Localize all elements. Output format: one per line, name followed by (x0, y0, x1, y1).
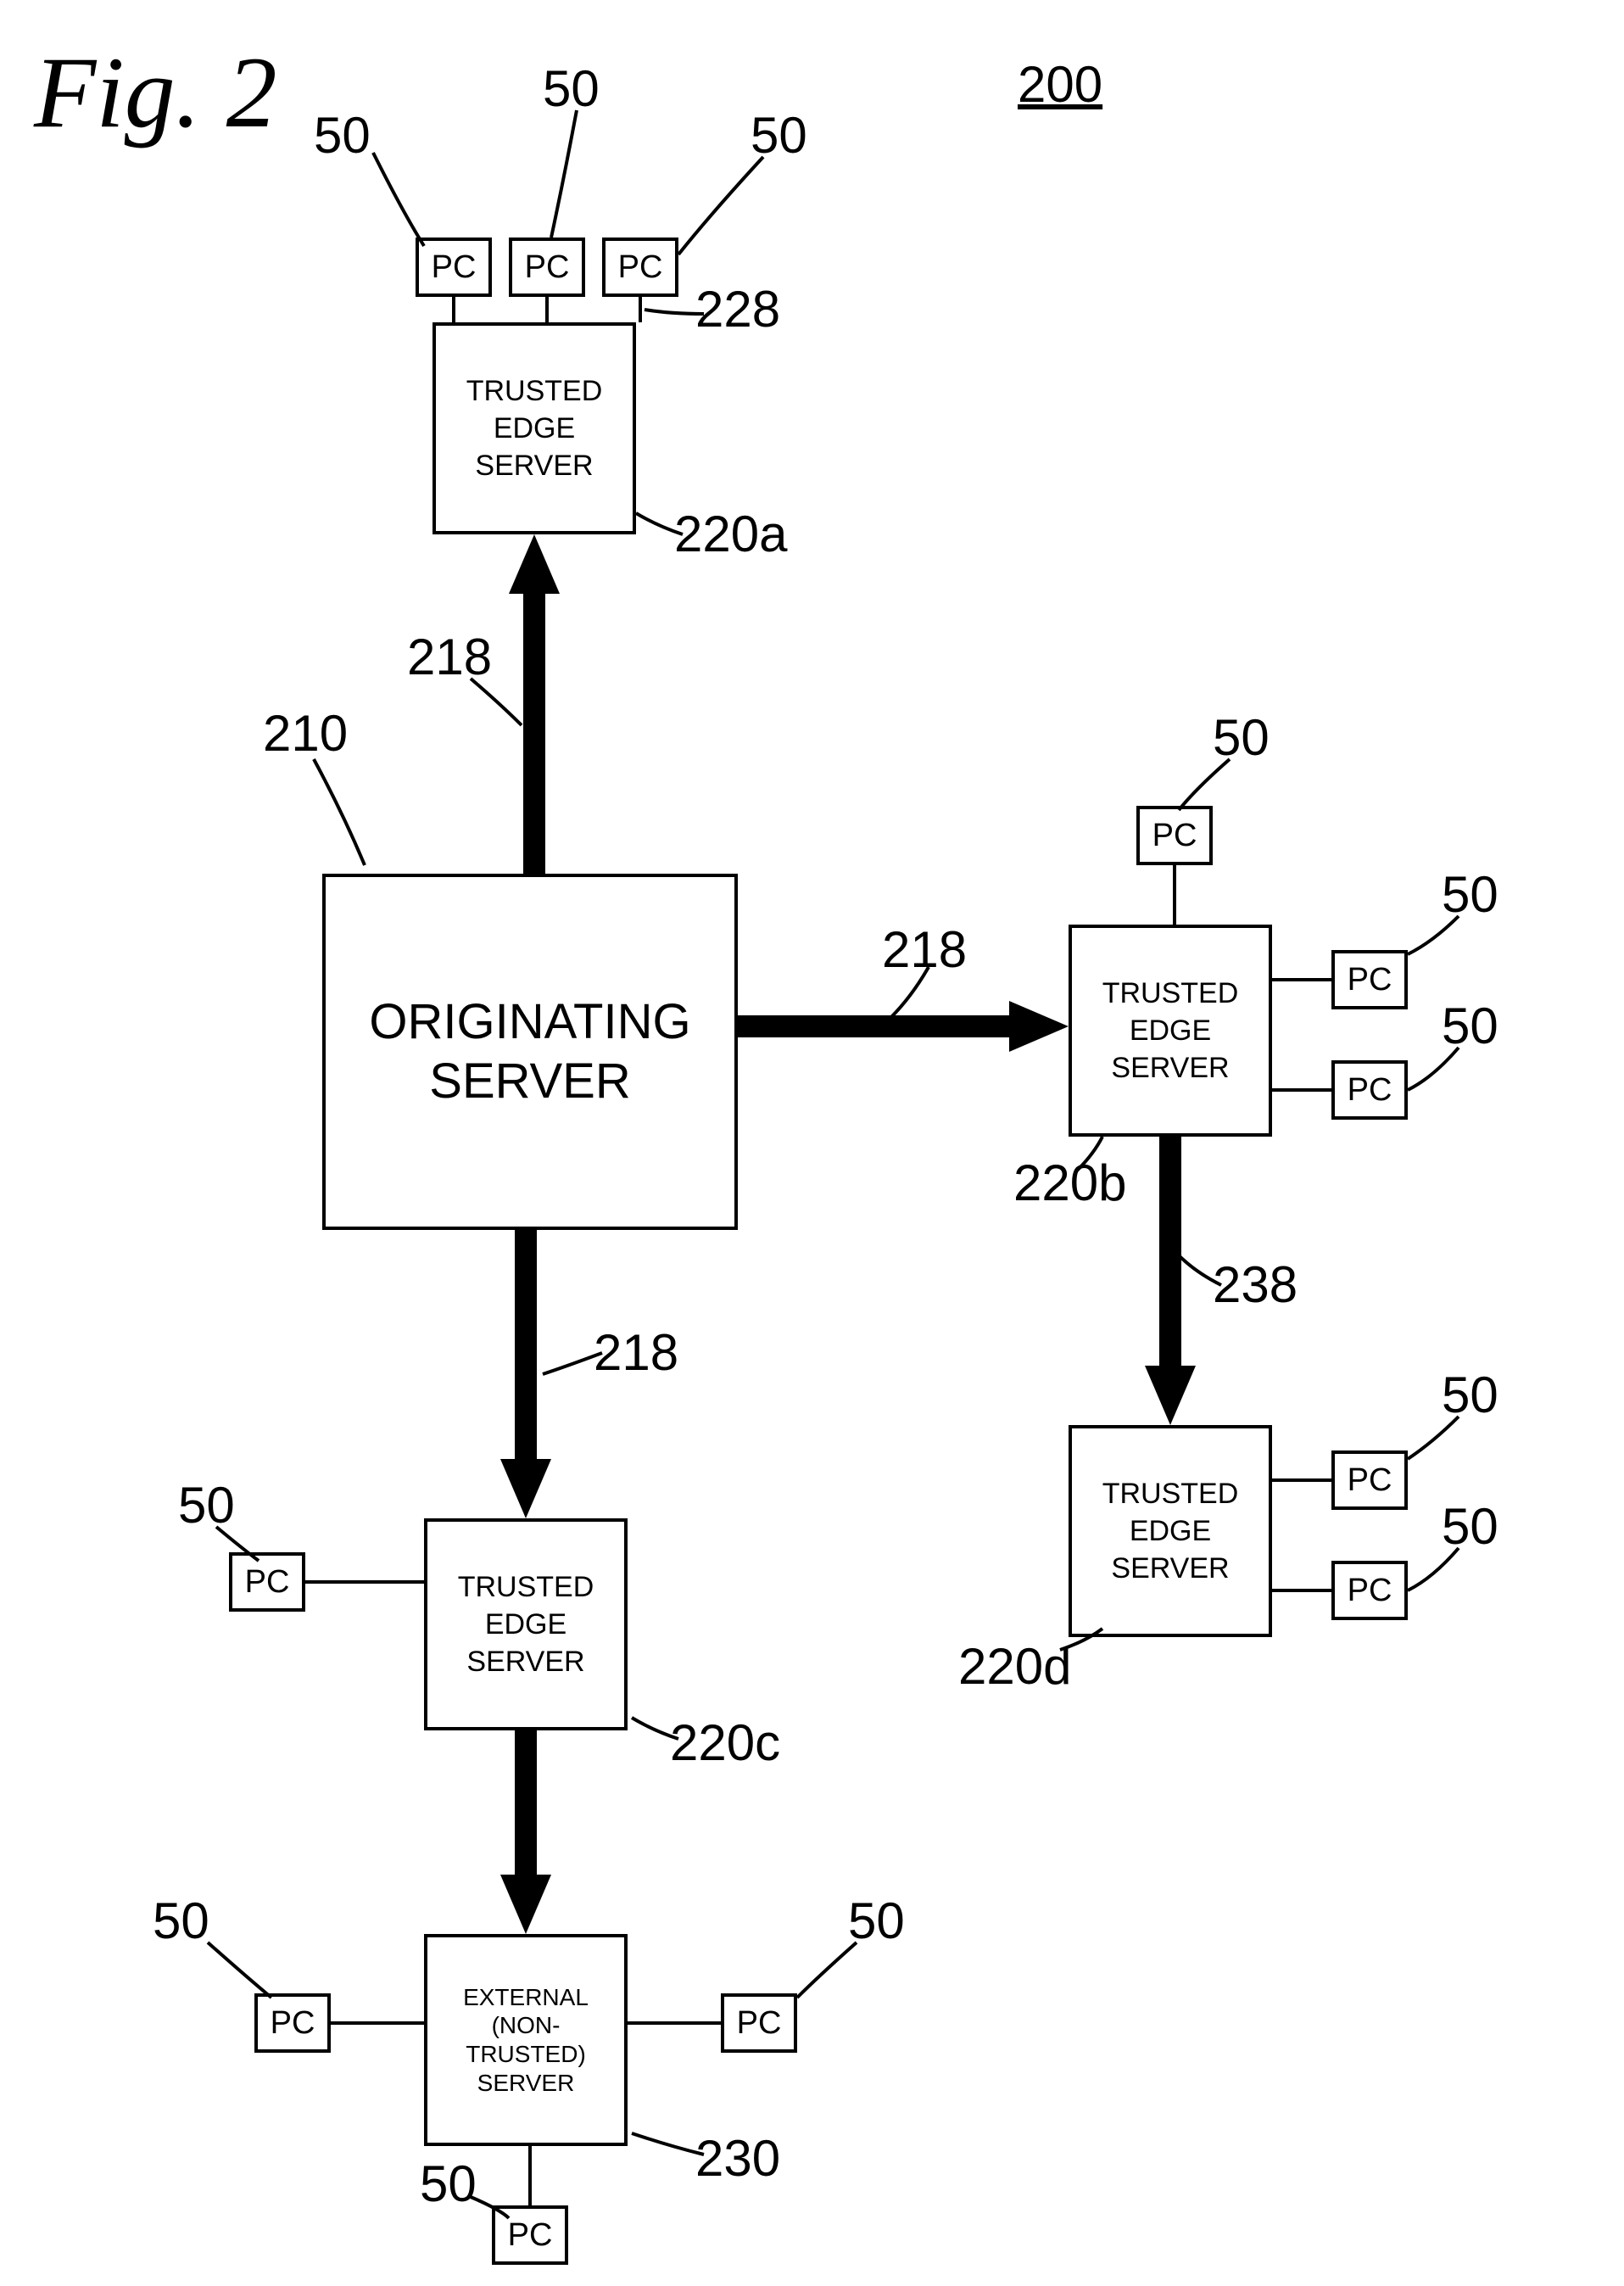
ref-220a: 220a (674, 505, 787, 563)
external-server-label: EXTERNAL (442, 1983, 609, 2012)
pc-box: PC (721, 1993, 797, 2053)
ref-220d: 220d (958, 1637, 1071, 1696)
ref-50: 50 (178, 1476, 235, 1534)
pc-box: PC (1331, 1060, 1408, 1120)
diagram-canvas: Fig. 2 200 ORIGINATING SERVER TRUSTED ED… (0, 0, 1624, 2286)
ref-50: 50 (1442, 865, 1498, 924)
external-server: EXTERNAL (NON- TRUSTED) SERVER (424, 1934, 628, 2146)
pc-box: PC (492, 2205, 568, 2265)
originating-server-label: ORIGINATING SERVER (369, 992, 690, 1110)
pc-label: PC (618, 249, 663, 286)
ref-218: 218 (594, 1323, 678, 1382)
trusted-edge-server-b: TRUSTED EDGE SERVER (1069, 925, 1272, 1137)
trusted-edge-server-b-label: TRUSTED EDGE SERVER (1091, 975, 1249, 1087)
ref-50: 50 (751, 106, 807, 165)
pc-label: PC (245, 1564, 290, 1601)
trusted-edge-server-a: TRUSTED EDGE SERVER (433, 322, 636, 534)
pc-label: PC (1348, 1573, 1392, 1609)
trusted-edge-server-d-label: TRUSTED EDGE SERVER (1091, 1475, 1249, 1588)
connectors-overlay (0, 0, 1624, 2286)
pc-box: PC (229, 1552, 305, 1612)
external-server-label: SERVER (442, 2069, 609, 2098)
ref-210: 210 (263, 704, 348, 763)
originating-server: ORIGINATING SERVER (322, 874, 738, 1230)
figure-title: Fig. 2 (34, 34, 277, 151)
ref-50: 50 (314, 106, 371, 165)
pc-label: PC (525, 249, 570, 286)
trusted-edge-server-c-label: TRUSTED EDGE SERVER (447, 1568, 605, 1681)
pc-box: PC (509, 238, 585, 297)
ref-220c: 220c (670, 1713, 780, 1772)
ref-238: 238 (1213, 1255, 1298, 1314)
pc-label: PC (432, 249, 477, 286)
pc-label: PC (1348, 1462, 1392, 1499)
pc-box: PC (602, 238, 678, 297)
ref-50: 50 (153, 1892, 209, 1950)
pc-label: PC (508, 2217, 553, 2254)
pc-box: PC (1331, 950, 1408, 1009)
ref-50: 50 (420, 2155, 477, 2213)
pc-label: PC (271, 2005, 315, 2042)
ref-220b: 220b (1013, 1154, 1126, 1212)
ref-230: 230 (695, 2129, 780, 2188)
external-server-label: (NON- (442, 2011, 609, 2040)
pc-label: PC (1348, 962, 1392, 998)
pc-label: PC (737, 2005, 782, 2042)
pc-box: PC (1136, 806, 1213, 865)
trusted-edge-server-a-label: TRUSTED EDGE SERVER (455, 372, 613, 485)
ref-50: 50 (848, 1892, 905, 1950)
pc-box: PC (416, 238, 492, 297)
pc-label: PC (1152, 818, 1197, 854)
ref-50: 50 (1213, 708, 1270, 767)
ref-50: 50 (1442, 997, 1498, 1055)
pc-box: PC (1331, 1561, 1408, 1620)
ref-218: 218 (407, 628, 492, 686)
ref-50: 50 (543, 59, 600, 118)
ref-228: 228 (695, 280, 780, 338)
ref-50: 50 (1442, 1497, 1498, 1556)
trusted-edge-server-c: TRUSTED EDGE SERVER (424, 1518, 628, 1730)
trusted-edge-server-d: TRUSTED EDGE SERVER (1069, 1425, 1272, 1637)
external-server-label: TRUSTED) (442, 2040, 609, 2069)
pc-box: PC (254, 1993, 331, 2053)
pc-box: PC (1331, 1450, 1408, 1510)
ref-50: 50 (1442, 1366, 1498, 1424)
ref-200: 200 (1018, 55, 1102, 114)
external-server-label-wrap: EXTERNAL (NON- TRUSTED) SERVER (442, 1983, 609, 2097)
ref-218: 218 (882, 920, 967, 979)
pc-label: PC (1348, 1072, 1392, 1109)
